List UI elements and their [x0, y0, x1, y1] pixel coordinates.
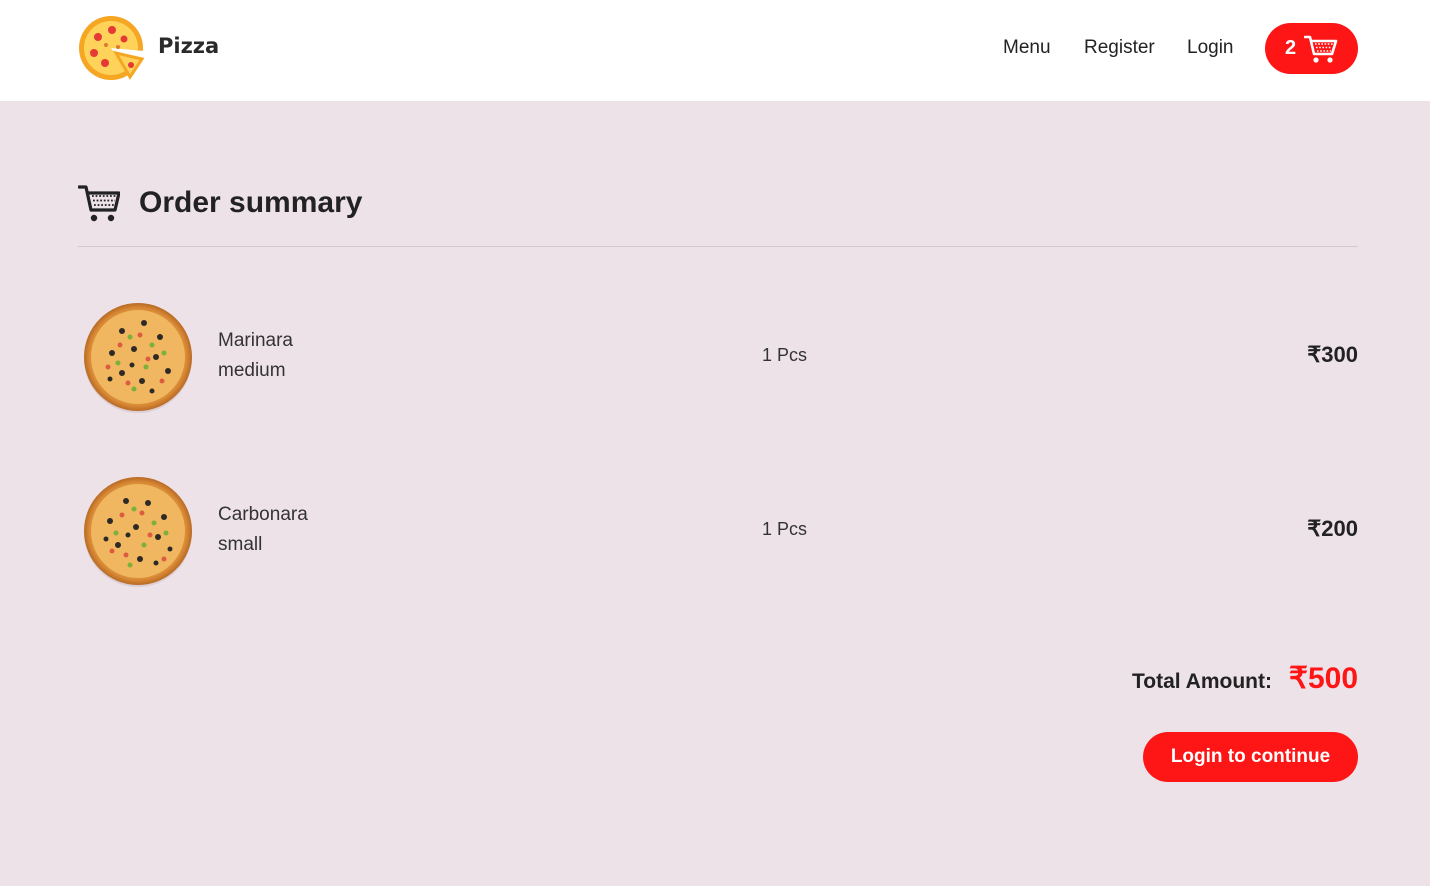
divider	[78, 246, 1358, 247]
order-item-row: Carbonara small 1 Pcs ₹200	[78, 471, 1358, 591]
item-price: ₹300	[1307, 342, 1358, 367]
shopping-cart-icon	[78, 185, 120, 222]
navbar: Pizza Menu Register Login 2	[0, 0, 1430, 101]
item-name: Carbonara	[218, 504, 308, 525]
item-name: Marinara	[218, 330, 293, 351]
item-size: small	[218, 534, 263, 555]
pizza-icon	[84, 303, 192, 413]
item-size: medium	[218, 360, 286, 381]
pizza-slice-icon[interactable]	[78, 15, 144, 81]
cart-button[interactable]: 2	[1265, 23, 1358, 74]
page-title: Order summary	[139, 186, 363, 219]
cart-count-badge: 2	[1285, 37, 1297, 59]
item-price: ₹200	[1307, 516, 1358, 541]
total-amount-value: ₹500	[1288, 662, 1358, 695]
nav-register-link[interactable]: Register	[1084, 37, 1155, 59]
pizza-icon	[84, 477, 192, 587]
item-quantity: 1 Pcs	[762, 519, 808, 539]
brand-name[interactable]: Pizza	[158, 34, 219, 58]
shopping-cart-icon	[1304, 35, 1338, 63]
nav-menu-link[interactable]: Menu	[1003, 37, 1051, 59]
nav-login-link[interactable]: Login	[1187, 37, 1234, 59]
item-quantity: 1 Pcs	[762, 345, 808, 365]
total-amount-label: Total Amount:	[1132, 670, 1272, 693]
login-to-continue-button[interactable]: Login to continue	[1143, 732, 1358, 782]
order-item-row: Marinara medium 1 Pcs ₹300	[78, 297, 1358, 417]
